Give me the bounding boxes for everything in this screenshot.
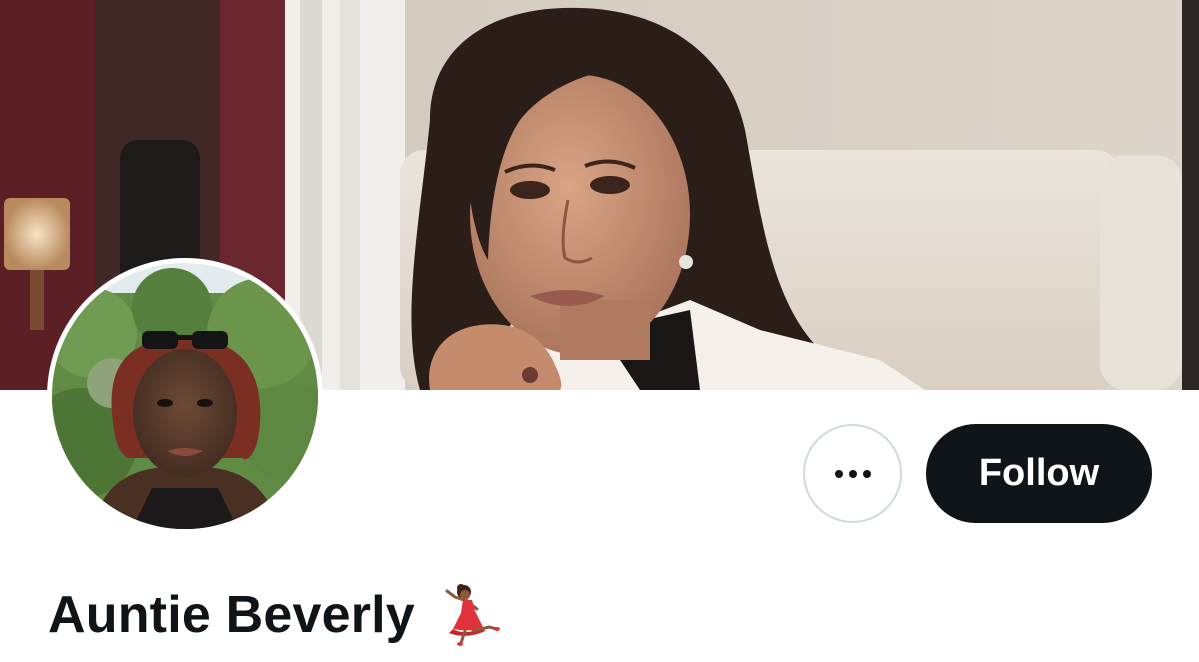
dot xyxy=(862,469,871,478)
display-name: Auntie Beverly xyxy=(48,586,415,644)
dot xyxy=(848,469,857,478)
dancer-emoji-icon xyxy=(437,583,501,647)
more-horizontal-icon xyxy=(834,469,871,478)
profile-page: Follow Auntie Beverly xyxy=(0,0,1199,662)
more-options-button[interactable] xyxy=(803,424,902,523)
avatar-photo xyxy=(52,263,318,529)
dot xyxy=(834,469,843,478)
profile-name-row: Auntie Beverly xyxy=(48,575,501,655)
avatar[interactable] xyxy=(47,258,323,534)
follow-button[interactable]: Follow xyxy=(926,424,1152,523)
